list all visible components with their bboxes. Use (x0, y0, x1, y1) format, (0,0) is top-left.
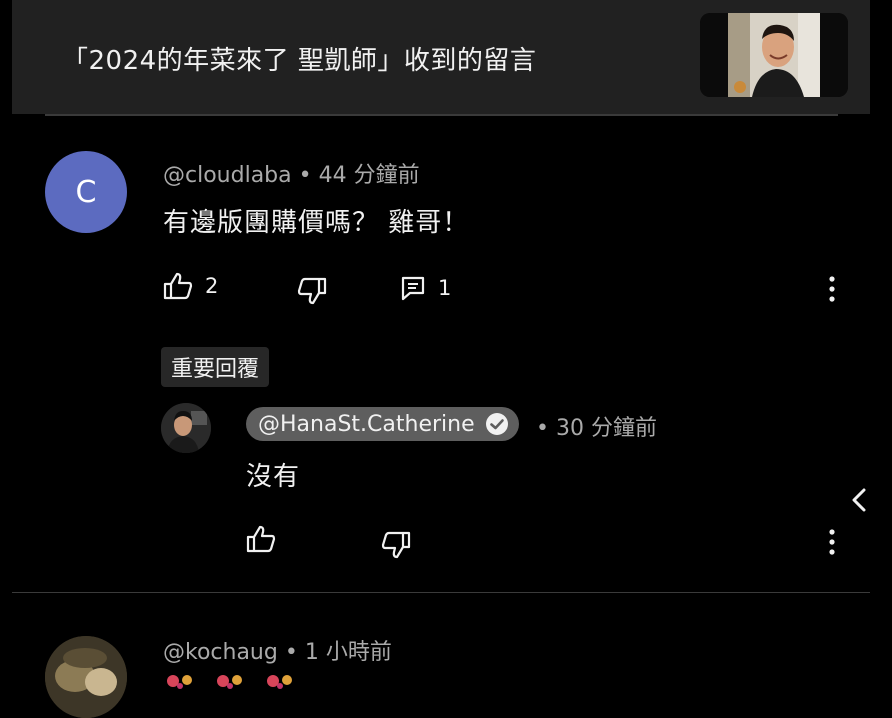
reply-text: 沒有 (246, 462, 301, 492)
divider (12, 592, 870, 593)
reply-dislike-button[interactable] (381, 531, 411, 559)
more-vert-icon (829, 276, 835, 302)
chevron-left-icon (852, 488, 866, 512)
comment-text: 有邊版團購價嗎？ 雞哥！ (163, 208, 470, 238)
emoji-icon (217, 675, 242, 689)
comment-emoji-row (163, 672, 299, 690)
reply-avatar[interactable] (161, 403, 211, 453)
like-count: 2 (205, 274, 219, 298)
avatar-image (45, 636, 127, 718)
reply-count: 1 (438, 276, 452, 300)
comment-author[interactable]: @kochaug (163, 640, 278, 665)
collapse-panel-button[interactable] (848, 487, 870, 517)
reply-meta: • 30 分鐘前 (536, 410, 657, 442)
reply-like-button[interactable] (246, 525, 276, 553)
avatar[interactable] (45, 636, 127, 718)
comment-meta: @kochaug • 1 小時前 (163, 634, 392, 666)
meta-separator: • (284, 640, 305, 665)
avatar-letter: C (75, 174, 97, 210)
like-button[interactable]: 2 (163, 272, 218, 300)
emoji-icon (167, 675, 192, 689)
meta-separator: • (536, 416, 556, 441)
thumbs-up-icon (163, 272, 193, 300)
emoji-icon (267, 675, 292, 689)
avatar[interactable]: C (45, 151, 127, 233)
meta-separator: • (298, 163, 319, 188)
comment-time: 1 小時前 (304, 640, 392, 665)
video-thumbnail[interactable] (700, 13, 848, 97)
reply-author: @HanaSt.Catherine (258, 411, 475, 437)
comments-header: 「2024的年菜來了 聖凱師」收到的留言 (12, 0, 870, 114)
verified-icon (485, 412, 509, 436)
channel-owner-badge[interactable]: @HanaSt.Catherine (246, 407, 519, 441)
divider (45, 114, 838, 116)
thumbs-down-icon (381, 531, 411, 559)
reply-time: 30 分鐘前 (555, 416, 657, 441)
reply-more-options-button[interactable] (824, 528, 840, 560)
avatar-image (161, 403, 211, 453)
more-vert-icon (829, 529, 835, 555)
comment-time: 44 分鐘前 (318, 163, 420, 188)
thumbnail-image (700, 13, 848, 97)
page-title: 「2024的年菜來了 聖凱師」收到的留言 (62, 46, 537, 76)
reply-button[interactable]: 1 (400, 275, 451, 301)
comment-author[interactable]: @cloudlaba (163, 163, 292, 188)
reply-icon (401, 276, 425, 301)
comment-meta: @cloudlaba • 44 分鐘前 (163, 157, 420, 189)
thumbs-up-icon (246, 525, 276, 553)
more-options-button[interactable] (824, 275, 840, 307)
thumbs-down-icon (297, 277, 327, 305)
dislike-button[interactable] (297, 277, 327, 305)
highlighted-reply-chip: 重要回覆 (161, 347, 270, 387)
